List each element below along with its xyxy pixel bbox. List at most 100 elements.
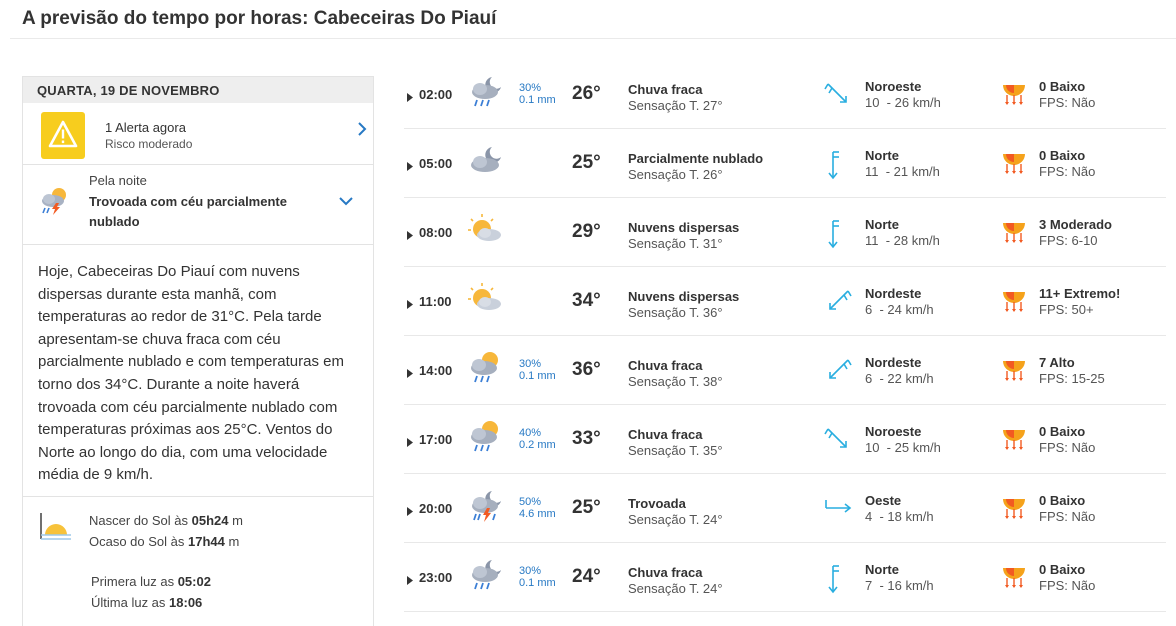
caret-right-icon[interactable] <box>407 158 413 176</box>
night-description: Trovoada com céu parcialmente nublado <box>89 194 287 229</box>
temperature: 36° <box>572 359 601 380</box>
hour-row[interactable]: 23:00 30% 0.1 mm 24° Chuva fraca Sensação… <box>404 543 1166 612</box>
precipitation: 40% 0.2 mm <box>519 427 556 451</box>
feels-like: Sensação T. 36° <box>628 305 723 320</box>
temperature: 33° <box>572 428 601 449</box>
condition: Chuva fraca <box>628 427 703 442</box>
uv-sun-icon <box>1002 492 1026 525</box>
night-thunderstorm-icon <box>468 489 504 528</box>
uv-index: 11+ Extremo! <box>1039 286 1121 301</box>
sunrise-icon <box>39 511 73 548</box>
caret-right-icon[interactable] <box>407 365 413 383</box>
wind-direction: Nordeste <box>865 355 922 370</box>
uv-sun-icon <box>1002 423 1026 456</box>
hour-time: 02:00 <box>419 87 453 102</box>
caret-right-icon[interactable] <box>407 89 413 107</box>
sunset-text: Ocaso do Sol às 17h44 m <box>89 534 240 549</box>
precipitation: 30% 0.1 mm <box>519 565 556 589</box>
wind-west-icon <box>824 494 854 523</box>
caret-right-icon[interactable] <box>407 227 413 245</box>
wind-direction: Norte <box>865 562 899 577</box>
fps-value: FPS: 6-10 <box>1039 233 1098 248</box>
feels-like: Sensação T. 24° <box>628 512 723 527</box>
feels-like: Sensação T. 31° <box>628 236 723 251</box>
uv-index: 0 Baixo <box>1039 79 1086 94</box>
wind-direction: Norte <box>865 148 899 163</box>
hour-time: 17:00 <box>419 432 453 447</box>
precip-amount: 4.6 mm <box>519 508 556 520</box>
hour-time: 14:00 <box>419 363 453 378</box>
temperature: 29° <box>572 221 601 242</box>
alert-row[interactable]: 1 Alerta agora Risco moderado <box>23 103 373 165</box>
wind-north-icon <box>824 149 848 186</box>
night-rain-icon <box>468 75 504 114</box>
alert-subtitle: Risco moderado <box>105 137 193 151</box>
sun-cloud-icon <box>468 213 504 252</box>
temperature: 34° <box>572 290 601 311</box>
sunrise-text: Nascer do Sol às 05h24 m <box>89 513 243 528</box>
hour-row[interactable]: 08:00 29° Nuvens dispersas Sensação T. 3… <box>404 198 1166 267</box>
wind-north-icon <box>824 563 848 600</box>
fps-value: FPS: Não <box>1039 95 1096 110</box>
chevron-down-icon[interactable] <box>339 193 353 211</box>
condition: Chuva fraca <box>628 358 703 373</box>
wind-direction: Oeste <box>865 493 902 508</box>
caret-right-icon[interactable] <box>407 503 413 521</box>
fps-value: FPS: 50+ <box>1039 302 1094 317</box>
uv-index: 0 Baixo <box>1039 493 1086 508</box>
wind-speed: 10 - 25 km/h <box>865 440 941 455</box>
chevron-right-icon[interactable] <box>357 122 367 141</box>
precip-probability: 50% <box>519 496 542 508</box>
precip-probability: 30% <box>519 358 542 370</box>
feels-like: Sensação T. 24° <box>628 581 723 596</box>
hour-row[interactable]: 05:00 25° Parcialmente nublado Sensação … <box>404 129 1166 198</box>
condition: Trovoada <box>628 496 686 511</box>
precip-amount: 0.1 mm <box>519 577 556 589</box>
uv-sun-icon <box>1002 216 1026 249</box>
feels-like: Sensação T. 38° <box>628 374 723 389</box>
precipitation: 50% 4.6 mm <box>519 496 556 520</box>
day-summary-text: Hoje, Cabeceiras Do Piauí com nuvens dis… <box>23 245 373 497</box>
hour-row[interactable]: 02:00 30% 0.1 mm 26° Chuva fraca Sensação… <box>404 60 1166 129</box>
uv-index: 0 Baixo <box>1039 148 1086 163</box>
uv-sun-icon <box>1002 561 1026 594</box>
hour-time: 05:00 <box>419 156 453 171</box>
wind-direction: Noroeste <box>865 79 922 94</box>
precipitation: 30% 0.1 mm <box>519 358 556 382</box>
caret-right-icon[interactable] <box>407 434 413 452</box>
caret-right-icon[interactable] <box>407 296 413 314</box>
condition: Chuva fraca <box>628 82 703 97</box>
fps-value: FPS: Não <box>1039 509 1096 524</box>
sun-rain-icon <box>468 420 504 459</box>
warning-icon <box>41 112 85 159</box>
wind-speed: 11 - 21 km/h <box>865 164 940 179</box>
hour-row[interactable]: 14:00 30% 0.1 mm 36° Chuva fraca Sensação… <box>404 336 1166 405</box>
hour-row[interactable]: 20:00 50% 4.6 mm 25° Trovoada Sensação T.… <box>404 474 1166 543</box>
wind-speed: 10 - 26 km/h <box>865 95 941 110</box>
hour-time: 23:00 <box>419 570 453 585</box>
precip-amount: 0.2 mm <box>519 439 556 451</box>
wind-speed: 7 - 16 km/h <box>865 578 934 593</box>
wind-direction: Noroeste <box>865 424 922 439</box>
wind-northeast-icon <box>824 356 852 389</box>
day-summary-panel: QUARTA, 19 DE NOVEMBRO 1 Alerta agora Ri… <box>22 76 374 626</box>
feels-like: Sensação T. 26° <box>628 167 723 182</box>
temperature: 26° <box>572 83 601 104</box>
wind-northeast-icon <box>824 287 852 320</box>
hour-time: 08:00 <box>419 225 453 240</box>
uv-sun-icon <box>1002 354 1026 387</box>
uv-index: 7 Alto <box>1039 355 1075 370</box>
temperature: 25° <box>572 497 601 518</box>
hourly-forecast-list: 02:00 30% 0.1 mm 26° Chuva fraca Sensação… <box>404 60 1166 612</box>
caret-right-icon[interactable] <box>407 572 413 590</box>
last-light-text: Última luz as 18:06 <box>91 595 203 610</box>
uv-index: 0 Baixo <box>1039 562 1086 577</box>
wind-direction: Norte <box>865 217 899 232</box>
night-forecast-row[interactable]: Pela noite Trovoada com céu parcialmente… <box>23 165 373 245</box>
fps-value: FPS: Não <box>1039 440 1096 455</box>
condition: Nuvens dispersas <box>628 220 740 235</box>
hour-row[interactable]: 17:00 40% 0.2 mm 33° Chuva fraca Sensação… <box>404 405 1166 474</box>
condition: Nuvens dispersas <box>628 289 740 304</box>
hour-row[interactable]: 11:00 34° Nuvens dispersas Sensação T. 3… <box>404 267 1166 336</box>
night-label: Pela noite <box>89 173 147 188</box>
